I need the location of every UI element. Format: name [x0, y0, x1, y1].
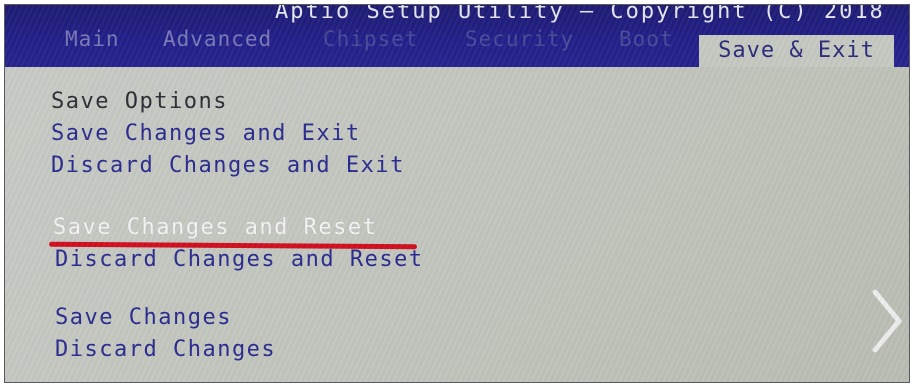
tab-main[interactable]: Main	[65, 27, 120, 51]
app-title: Aptio Setup Utility – Copyright (C) 2018	[275, 4, 885, 24]
menu-item-discard-changes[interactable]: Discard Changes	[55, 337, 276, 362]
chevron-right-icon[interactable]	[867, 288, 907, 354]
menu-item-discard-changes-and-reset[interactable]: Discard Changes and Reset	[55, 247, 424, 272]
tab-security[interactable]: Security	[465, 27, 574, 51]
bios-screen: Aptio Setup Utility – Copyright (C) 2018…	[4, 4, 910, 383]
menu-item-discard-changes-and-exit[interactable]: Discard Changes and Exit	[51, 153, 405, 178]
section-title-save-options: Save Options	[51, 89, 228, 114]
menu-item-save-changes-and-exit[interactable]: Save Changes and Exit	[51, 121, 361, 146]
tab-boot[interactable]: Boot	[619, 27, 674, 51]
header-bar: Aptio Setup Utility – Copyright (C) 2018…	[5, 5, 909, 67]
tab-chipset[interactable]: Chipset	[323, 27, 419, 51]
menu-item-save-changes-and-reset[interactable]: Save Changes and Reset	[53, 215, 377, 240]
tab-save-exit[interactable]: Save & Exit	[699, 35, 894, 67]
tab-advanced[interactable]: Advanced	[163, 27, 272, 51]
menu-item-save-changes[interactable]: Save Changes	[55, 305, 232, 330]
